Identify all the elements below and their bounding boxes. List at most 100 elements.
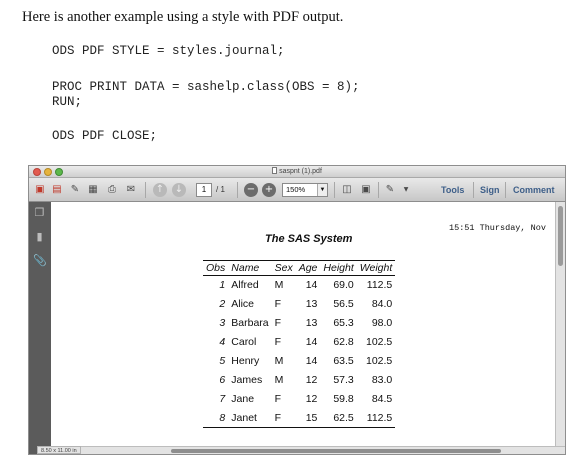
table-cell: F — [271, 408, 296, 428]
table-cell: Barbara — [231, 317, 269, 329]
table-cell: 13 — [305, 317, 318, 329]
save-icon[interactable]: ▦ — [86, 183, 100, 197]
report-timestamp: 15:51 Thursday, Nov — [449, 223, 546, 233]
table-cell: 112.5 — [366, 279, 393, 292]
document-icon — [272, 167, 278, 174]
table-cell: 14 — [305, 336, 318, 348]
fit-width-icon[interactable]: ◫ — [340, 183, 354, 197]
table-row: 8 Janet F 15 62.5 112.5 — [203, 408, 396, 428]
table-cell: 4 — [219, 336, 226, 348]
chevron-down-icon: ▼ — [317, 184, 327, 196]
table-cell: 57.3 — [333, 374, 354, 386]
table-cell: 1 — [219, 279, 226, 292]
table-cell: M — [274, 279, 284, 292]
table-cell: 84.0 — [371, 298, 393, 310]
table-cell: 98.0 — [371, 317, 393, 329]
table-cell: 5 — [219, 355, 226, 367]
table-cell: James — [231, 374, 263, 386]
column-header: Sex — [271, 260, 296, 276]
table-header-row: Obs Name Sex Age Height Weight — [203, 260, 396, 276]
table-row: 1 Alfred M 14 69.0 112.5 — [203, 276, 395, 295]
table-cell: 102.5 — [365, 355, 393, 367]
table-cell: 8 — [203, 408, 229, 428]
code-line: ODS PDF STYLE = styles.journal; — [52, 44, 285, 58]
tools-button[interactable]: Tools — [441, 183, 464, 197]
table-cell: Janet — [228, 408, 272, 428]
create-pdf-icon[interactable]: ▣ — [33, 183, 47, 197]
table-cell: 7 — [219, 393, 226, 405]
open-icon[interactable]: ▤ — [50, 183, 64, 197]
table-cell: Alfred — [231, 279, 259, 292]
print-icon[interactable]: ⎙ — [105, 183, 119, 197]
table-cell: Alice — [231, 298, 255, 310]
column-header: Name — [228, 260, 272, 276]
table-cell: 12 — [305, 393, 318, 405]
table-cell: 65.3 — [333, 317, 354, 329]
table-cell: 62.5 — [320, 408, 357, 428]
chevron-down-icon[interactable]: ▼ — [399, 183, 413, 197]
table-cell: 62.8 — [333, 336, 354, 348]
table-row: 6 James M 12 57.3 83.0 — [203, 371, 395, 390]
table-cell: 14 — [305, 279, 318, 292]
full-screen-icon[interactable]: ▣ — [359, 183, 373, 197]
page-size-label: 8.50 x 11.00 in — [37, 446, 81, 454]
bookmarks-icon[interactable]: ▮ — [33, 230, 46, 243]
pdf-viewer-window: saspnt (1).pdf ▣ ▤ ✎ ▦ ⎙ ✉ ↑ ↓ 1 / 1 − +… — [28, 165, 566, 455]
navigation-sidebar: ❐ ▮ 📎 — [29, 202, 51, 454]
table-row: 5 Henry M 14 63.5 102.5 — [203, 352, 395, 371]
table-row: 3 Barbara F 13 65.3 98.0 — [203, 314, 395, 333]
table-cell: 6 — [219, 374, 226, 386]
pages-icon[interactable]: ❐ — [33, 206, 46, 219]
scrollbar-thumb[interactable] — [171, 449, 501, 453]
table-cell: M — [274, 355, 284, 367]
table-cell: 13 — [305, 298, 318, 310]
table-cell: 112.5 — [356, 408, 396, 428]
column-header: Obs — [203, 260, 229, 276]
annotate-icon[interactable]: ✎ — [383, 183, 397, 197]
zoom-out-icon[interactable]: − — [244, 183, 258, 197]
page-total: / 1 — [216, 185, 225, 194]
sign-button[interactable]: Sign — [480, 183, 500, 197]
table-cell: 59.8 — [333, 393, 354, 405]
code-line: RUN; — [52, 95, 83, 109]
window-title: saspnt (1).pdf — [29, 166, 565, 178]
table-cell: M — [274, 374, 284, 386]
attachments-icon[interactable]: 📎 — [33, 254, 47, 267]
table-cell: 84.5 — [371, 393, 393, 405]
table-cell: 14 — [305, 355, 318, 367]
table-cell: 12 — [305, 374, 318, 386]
scrollbar-thumb[interactable] — [558, 206, 563, 266]
table-cell: F — [274, 336, 282, 348]
report-title: The SAS System — [265, 233, 353, 245]
zoom-in-icon[interactable]: + — [262, 183, 276, 197]
table-cell: Jane — [231, 393, 255, 405]
table-cell: 63.5 — [333, 355, 354, 367]
horizontal-scrollbar[interactable] — [51, 446, 565, 454]
prev-page-icon[interactable]: ↑ — [153, 183, 167, 197]
table-cell: F — [274, 298, 282, 310]
table-row: 7 Jane F 12 59.8 84.5 — [203, 390, 395, 409]
table-cell: 102.5 — [365, 336, 393, 348]
table-cell: Carol — [231, 336, 257, 348]
table-cell: 15 — [295, 408, 321, 428]
vertical-scrollbar[interactable] — [555, 202, 565, 446]
email-icon[interactable]: ✉ — [124, 183, 138, 197]
edit-icon[interactable]: ✎ — [68, 183, 82, 197]
page-number-input[interactable]: 1 — [196, 183, 212, 197]
pdf-page: 15:51 Thursday, Nov The SAS System Obs N… — [51, 202, 555, 446]
sas-print-table: Obs Name Sex Age Height Weight 1 Alfred M 1… — [203, 260, 396, 428]
window-titlebar: saspnt (1).pdf — [29, 166, 565, 178]
table-cell: 2 — [219, 298, 226, 310]
table-cell: 83.0 — [371, 374, 393, 386]
column-header: Weight — [356, 260, 396, 276]
table-cell: F — [274, 317, 282, 329]
column-header: Height — [320, 260, 357, 276]
code-line: PROC PRINT DATA = sashelp.class(OBS = 8)… — [52, 80, 360, 94]
zoom-select[interactable]: 150% ▼ — [282, 183, 328, 197]
next-page-icon[interactable]: ↓ — [172, 183, 186, 197]
code-line: ODS PDF CLOSE; — [52, 129, 158, 143]
table-row: 2 Alice F 13 56.5 84.0 — [203, 295, 395, 314]
comment-button[interactable]: Comment — [513, 183, 555, 197]
table-row: 4 Carol F 14 62.8 102.5 — [203, 333, 395, 352]
table-cell: Henry — [231, 355, 260, 367]
